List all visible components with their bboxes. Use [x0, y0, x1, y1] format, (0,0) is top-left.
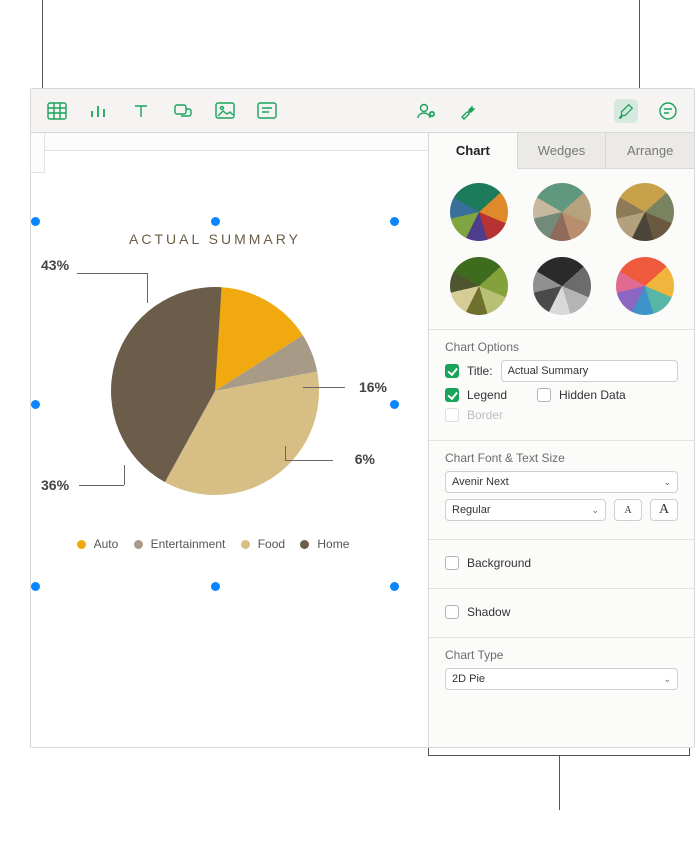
toolbar: [31, 89, 694, 133]
leader-line: [147, 273, 148, 303]
chart-title[interactable]: ACTUAL SUMMARY: [35, 231, 395, 247]
chart-selection-box[interactable]: ACTUAL SUMMARY 43% 16% 6%: [35, 221, 395, 587]
font-size-decrease[interactable]: A: [614, 499, 642, 521]
checkbox-background[interactable]: [445, 556, 459, 570]
leader-line: [285, 446, 286, 460]
selection-handle[interactable]: [390, 217, 399, 226]
callout-bracket-sidebar: [428, 755, 690, 810]
chart-style-presets: [429, 169, 694, 330]
checkbox-shadow[interactable]: [445, 605, 459, 619]
section-title: Chart Font & Text Size: [445, 451, 678, 465]
organize-icon[interactable]: [656, 99, 680, 123]
wedge-label-ent: 6%: [355, 451, 375, 467]
font-weight-select[interactable]: Regular⌄: [445, 499, 606, 521]
chart-icon[interactable]: [87, 99, 111, 123]
section-chart-type: Chart Type 2D Pie⌄: [429, 638, 694, 708]
selection-handle[interactable]: [31, 582, 40, 591]
section-shadow: Shadow: [429, 589, 694, 638]
chevron-down-icon: ⌄: [663, 477, 671, 488]
font-size-increase[interactable]: A: [650, 499, 678, 521]
checkbox-title[interactable]: [445, 364, 459, 378]
wrench-icon[interactable]: [456, 99, 480, 123]
chart-style-preset-2[interactable]: [533, 183, 591, 241]
tab-chart[interactable]: Chart: [429, 133, 517, 169]
label-shadow: Shadow: [467, 605, 510, 619]
chart-style-preset-1[interactable]: [450, 183, 508, 241]
chart-style-preset-3[interactable]: [616, 183, 674, 241]
comment-icon[interactable]: [255, 99, 279, 123]
legend-item-auto: Auto: [77, 537, 123, 551]
label-border: Border: [467, 408, 503, 422]
chart-type-select[interactable]: 2D Pie⌄: [445, 668, 678, 690]
chart-style-preset-4[interactable]: [450, 257, 508, 315]
label-legend: Legend: [467, 388, 529, 402]
section-title: Chart Options: [445, 340, 678, 354]
row-header-stub: [31, 133, 45, 173]
format-paintbrush-icon[interactable]: [614, 99, 638, 123]
callout-line-selection: [42, 0, 43, 88]
chart-style-preset-6[interactable]: [616, 257, 674, 315]
col-header-stub: [45, 133, 428, 151]
tab-arrange[interactable]: Arrange: [605, 133, 694, 169]
checkbox-border: [445, 408, 459, 422]
chevron-down-icon: ⌄: [663, 674, 671, 685]
label-hidden-data: Hidden Data: [559, 388, 626, 402]
selection-handle[interactable]: [31, 217, 40, 226]
selection-handle[interactable]: [211, 217, 220, 226]
chart-legend[interactable]: Auto Entertainment Food Home: [35, 537, 395, 552]
legend-item-food: Food: [241, 537, 289, 551]
media-icon[interactable]: [213, 99, 237, 123]
sidebar-tabs: Chart Wedges Arrange: [429, 133, 694, 169]
leader-line: [77, 273, 147, 274]
selection-handle[interactable]: [390, 582, 399, 591]
table-icon[interactable]: [45, 99, 69, 123]
text-icon[interactable]: [129, 99, 153, 123]
checkbox-legend[interactable]: [445, 388, 459, 402]
legend-item-home: Home: [300, 537, 353, 551]
chart-style-preset-5[interactable]: [533, 257, 591, 315]
tab-wedges[interactable]: Wedges: [517, 133, 606, 169]
title-input[interactable]: [501, 360, 678, 382]
section-font: Chart Font & Text Size Avenir Next⌄ Regu…: [429, 441, 694, 540]
section-chart-options: Chart Options Title: Legend Hidden Data: [429, 330, 694, 441]
section-title: Chart Type: [445, 648, 678, 662]
selection-handle[interactable]: [211, 582, 220, 591]
wedge-label-food: 36%: [41, 477, 69, 493]
checkbox-hidden-data[interactable]: [537, 388, 551, 402]
leader-line: [303, 387, 345, 388]
label-title: Title:: [467, 364, 493, 378]
label-background: Background: [467, 556, 531, 570]
wedge-label-auto: 16%: [359, 379, 387, 395]
leader-line: [79, 485, 124, 486]
chevron-down-icon: ⌄: [591, 505, 599, 516]
section-background: Background: [429, 540, 694, 589]
leader-line: [285, 460, 333, 461]
callout-line-format-button: [639, 0, 640, 88]
font-family-select[interactable]: Avenir Next⌄: [445, 471, 678, 493]
selection-handle[interactable]: [390, 400, 399, 409]
canvas[interactable]: ACTUAL SUMMARY 43% 16% 6%: [31, 133, 428, 747]
pie-chart[interactable]: [105, 281, 325, 501]
shape-icon[interactable]: [171, 99, 195, 123]
leader-line: [124, 465, 125, 485]
wedge-label-home: 43%: [41, 257, 69, 273]
collaborate-icon[interactable]: [414, 99, 438, 123]
app-window: ACTUAL SUMMARY 43% 16% 6%: [30, 88, 695, 748]
format-sidebar: Chart Wedges Arrange Chart Options Title…: [428, 133, 694, 747]
legend-item-ent: Entertainment: [134, 537, 230, 551]
selection-handle[interactable]: [31, 400, 40, 409]
